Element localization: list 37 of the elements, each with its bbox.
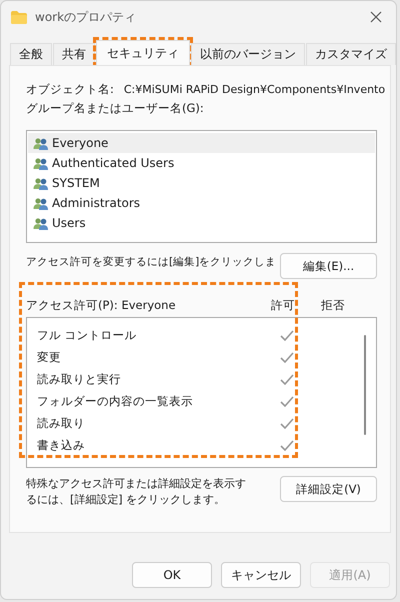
permission-name: 書き込み [37, 438, 86, 452]
field-label: グループ名またはユーザー名(G): [26, 101, 205, 116]
list-item[interactable]: Administrators [52, 196, 140, 210]
users-icon [33, 156, 48, 170]
object-path: C:¥MiSUMi RAPiD Design¥Components¥Invento [124, 82, 386, 96]
column-header: 拒否 [320, 298, 346, 312]
tab[interactable]: 以前のバージョン [191, 43, 305, 65]
tab[interactable]: 全般 [10, 43, 52, 65]
permission-name: フォルダーの内容の一覧表示 [37, 394, 194, 408]
hint-text: アクセス許可を変更するには[編集]をクリックしま [26, 255, 276, 270]
hint-text: 特殊なアクセス許可または詳細設定を表示するには、[詳細設定] をクリックします。 [26, 476, 246, 508]
advanced-button[interactable]: 詳細設定(V) [280, 476, 377, 502]
list-item[interactable]: Users [52, 216, 86, 230]
tab[interactable]: カスタマイズ [306, 43, 396, 65]
tab[interactable]: 共有 [53, 43, 95, 65]
folder-icon [11, 10, 27, 24]
users-icon [33, 216, 48, 230]
users-icon [33, 196, 48, 210]
ok-button[interactable]: OK [132, 562, 212, 588]
list-item[interactable]: Everyone [52, 136, 108, 150]
users-icon [33, 176, 48, 190]
window-title: workのプロパティ [35, 8, 136, 26]
column-header: 許可 [270, 298, 296, 312]
permission-name: 読み取り [37, 416, 86, 430]
edit-button[interactable]: 編集(E)... [280, 253, 377, 279]
scrollbar[interactable] [364, 335, 366, 435]
list-item[interactable]: Authenticated Users [52, 156, 174, 170]
permission-name: フル コントロール [37, 328, 138, 342]
permission-name: 読み取りと実行 [37, 372, 122, 386]
close-icon [370, 11, 382, 23]
cancel-button[interactable]: キャンセル [221, 562, 301, 588]
list-item[interactable]: SYSTEM [52, 176, 100, 190]
permission-name: 変更 [37, 350, 62, 364]
field-label: オブジェクト名: [26, 82, 114, 96]
users-icon [33, 136, 48, 150]
field-label: アクセス許可(P): Everyone [26, 298, 177, 312]
tab[interactable]: セキュリティ [96, 40, 190, 65]
